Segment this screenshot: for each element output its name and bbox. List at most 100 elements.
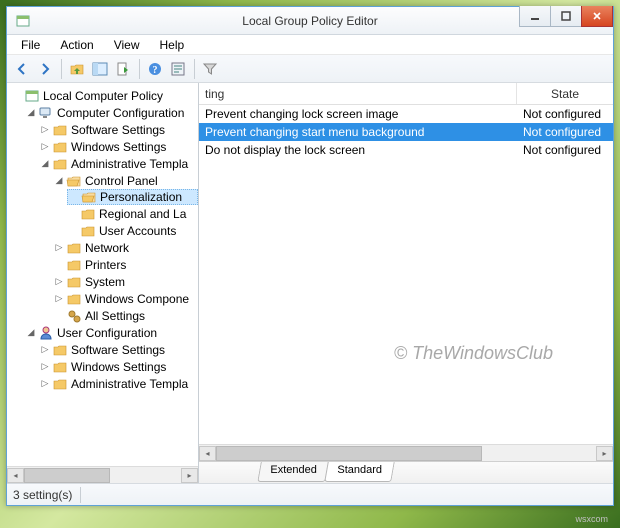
tree-label: Control Panel bbox=[85, 174, 158, 188]
up-button[interactable] bbox=[66, 58, 88, 80]
tree-label: Administrative Templa bbox=[71, 157, 188, 171]
folder-icon bbox=[66, 240, 82, 256]
tree-regional[interactable]: ▷ Regional and La bbox=[67, 205, 198, 222]
watermark: © TheWindowsClub bbox=[394, 343, 553, 364]
window-controls bbox=[520, 6, 613, 27]
menu-file[interactable]: File bbox=[11, 37, 50, 53]
folder-icon bbox=[52, 139, 68, 155]
tree-network[interactable]: ▷ Network bbox=[53, 239, 198, 256]
scroll-track[interactable] bbox=[216, 446, 596, 461]
tab-extended[interactable]: Extended bbox=[257, 462, 329, 482]
tree-pane: ▷ Local Computer Policy ◢ Computer Confi… bbox=[7, 83, 199, 483]
expander-open-icon[interactable]: ◢ bbox=[39, 158, 51, 170]
column-header-state[interactable]: State bbox=[517, 83, 613, 104]
cell-state: Not configured bbox=[517, 143, 613, 157]
expander-icon[interactable]: ▷ bbox=[39, 344, 51, 356]
tree-windows-settings[interactable]: ▷ Windows Settings bbox=[39, 358, 198, 375]
toolbar: ? bbox=[7, 55, 613, 83]
settings-icon bbox=[66, 308, 82, 324]
tab-standard[interactable]: Standard bbox=[325, 462, 395, 482]
cell-state: Not configured bbox=[517, 107, 613, 121]
tree-label: Regional and La bbox=[99, 207, 186, 221]
folder-open-icon bbox=[81, 189, 97, 205]
menubar: File Action View Help bbox=[7, 35, 613, 55]
scroll-right-icon[interactable]: ▸ bbox=[596, 446, 613, 461]
tree-label: Software Settings bbox=[71, 123, 165, 137]
list-header: ting State bbox=[199, 83, 613, 105]
maximize-button[interactable] bbox=[550, 6, 582, 27]
tree-label: Printers bbox=[85, 258, 126, 272]
back-button[interactable] bbox=[11, 58, 33, 80]
tree-horizontal-scrollbar[interactable]: ◂ ▸ bbox=[7, 466, 198, 483]
tree-administrative-templates[interactable]: ▷ Administrative Templa bbox=[39, 375, 198, 392]
tree-software-settings[interactable]: ▷ Software Settings bbox=[39, 121, 198, 138]
expander-open-icon[interactable]: ◢ bbox=[25, 107, 37, 119]
tree-printers[interactable]: ▷ Printers bbox=[53, 256, 198, 273]
show-hide-tree-button[interactable] bbox=[89, 58, 111, 80]
menu-help[interactable]: Help bbox=[150, 37, 195, 53]
scroll-thumb[interactable] bbox=[24, 468, 110, 483]
minimize-button[interactable] bbox=[519, 6, 551, 27]
folder-icon bbox=[80, 206, 96, 222]
forward-button[interactable] bbox=[34, 58, 56, 80]
gpedit-window: Local Group Policy Editor File Action Vi… bbox=[6, 6, 614, 506]
list-pane: ting State Prevent changing lock screen … bbox=[199, 83, 613, 483]
expander-open-icon[interactable]: ◢ bbox=[53, 175, 65, 187]
list-row[interactable]: Prevent changing lock screen image Not c… bbox=[199, 105, 613, 123]
scroll-track[interactable] bbox=[24, 468, 181, 483]
scroll-thumb[interactable] bbox=[216, 446, 482, 461]
help-button[interactable]: ? bbox=[144, 58, 166, 80]
cell-state: Not configured bbox=[517, 125, 613, 139]
toolbar-separator bbox=[139, 59, 140, 79]
computer-icon bbox=[38, 105, 54, 121]
tree-windows-components[interactable]: ▷ Windows Compone bbox=[53, 290, 198, 307]
cell-setting: Prevent changing start menu background bbox=[199, 125, 517, 139]
list-row[interactable]: Prevent changing start menu background N… bbox=[199, 123, 613, 141]
tree-control-panel[interactable]: ◢ Control Panel bbox=[53, 172, 198, 189]
expander-icon[interactable]: ▷ bbox=[39, 124, 51, 136]
tree-label: User Accounts bbox=[99, 224, 176, 238]
statusbar: 3 setting(s) bbox=[7, 483, 613, 505]
tree-label: Windows Settings bbox=[71, 360, 166, 374]
expander-icon[interactable]: ▷ bbox=[39, 378, 51, 390]
scroll-left-icon[interactable]: ◂ bbox=[7, 468, 24, 483]
policy-icon bbox=[24, 88, 40, 104]
expander-icon[interactable]: ▷ bbox=[53, 276, 65, 288]
expander-open-icon[interactable]: ◢ bbox=[25, 327, 37, 339]
folder-open-icon bbox=[66, 173, 82, 189]
tree-all-settings[interactable]: ▷ All Settings bbox=[53, 307, 198, 324]
tree-computer-configuration[interactable]: ◢ Computer Configuration bbox=[25, 104, 198, 121]
tree-administrative-templates[interactable]: ◢ Administrative Templa bbox=[39, 155, 198, 172]
tree-system[interactable]: ▷ System bbox=[53, 273, 198, 290]
scroll-right-icon[interactable]: ▸ bbox=[181, 468, 198, 483]
menu-view[interactable]: View bbox=[104, 37, 150, 53]
tree-label: Local Computer Policy bbox=[43, 89, 163, 103]
tree-label: All Settings bbox=[85, 309, 145, 323]
list-body: Prevent changing lock screen image Not c… bbox=[199, 105, 613, 444]
tree-software-settings[interactable]: ▷ Software Settings bbox=[39, 341, 198, 358]
menu-action[interactable]: Action bbox=[50, 37, 103, 53]
corner-text: wsxcom bbox=[575, 514, 608, 524]
list-horizontal-scrollbar[interactable]: ◂ ▸ bbox=[199, 444, 613, 461]
expander-icon[interactable]: ▷ bbox=[53, 293, 65, 305]
tree-user-configuration[interactable]: ◢ User Configuration bbox=[25, 324, 198, 341]
scroll-left-icon[interactable]: ◂ bbox=[199, 446, 216, 461]
export-list-button[interactable] bbox=[112, 58, 134, 80]
folder-icon bbox=[52, 122, 68, 138]
expander-icon[interactable]: ▷ bbox=[53, 242, 65, 254]
folder-icon bbox=[52, 342, 68, 358]
folder-icon bbox=[52, 359, 68, 375]
tree-label: Administrative Templa bbox=[71, 377, 188, 391]
tree-root[interactable]: ▷ Local Computer Policy bbox=[11, 87, 198, 104]
expander-icon[interactable]: ▷ bbox=[39, 361, 51, 373]
tree-label: System bbox=[85, 275, 125, 289]
column-header-setting[interactable]: ting bbox=[199, 83, 517, 104]
filter-button[interactable] bbox=[199, 58, 221, 80]
close-button[interactable] bbox=[581, 6, 613, 27]
expander-icon[interactable]: ▷ bbox=[39, 141, 51, 153]
tree-user-accounts[interactable]: ▷ User Accounts bbox=[67, 222, 198, 239]
tree-personalization[interactable]: ▷ Personalization bbox=[67, 189, 198, 205]
tree-windows-settings[interactable]: ▷ Windows Settings bbox=[39, 138, 198, 155]
properties-button[interactable] bbox=[167, 58, 189, 80]
list-row[interactable]: Do not display the lock screen Not confi… bbox=[199, 141, 613, 159]
